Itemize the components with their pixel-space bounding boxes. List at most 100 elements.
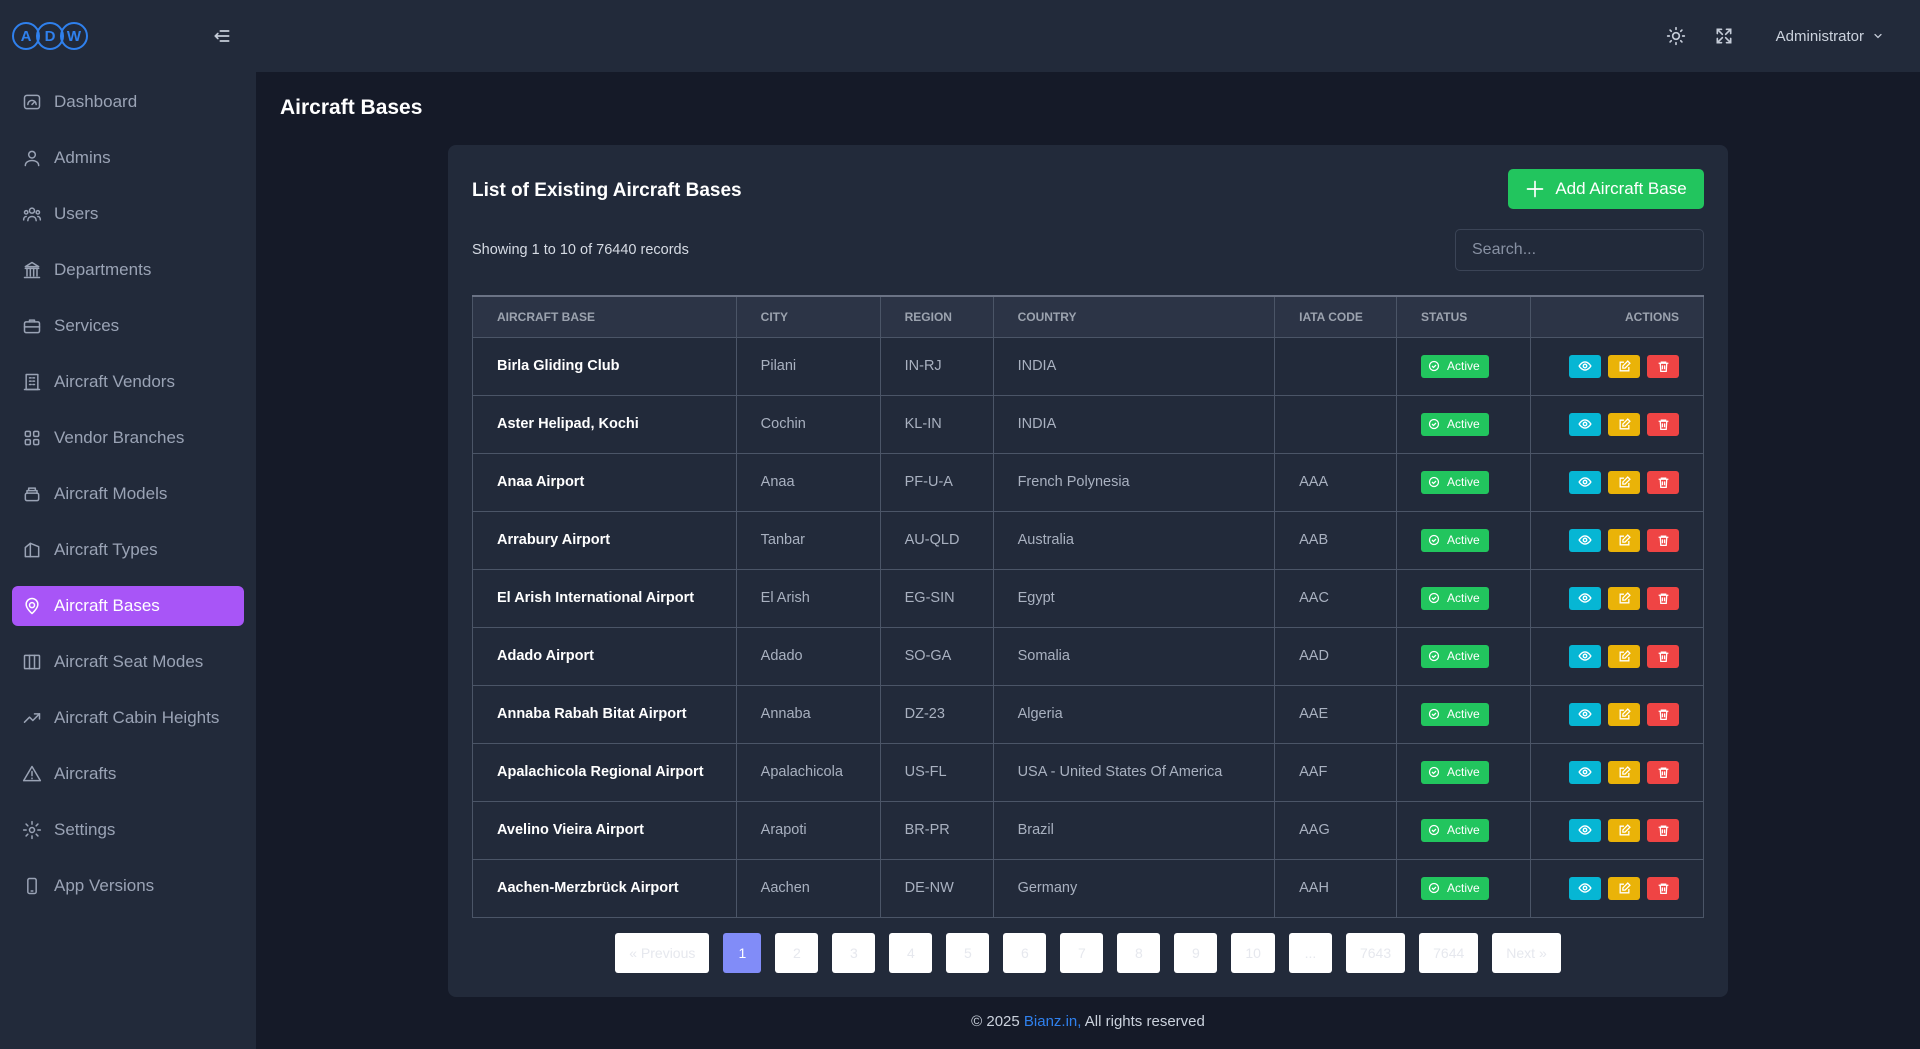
view-button[interactable] bbox=[1569, 818, 1601, 842]
edit-button[interactable] bbox=[1608, 644, 1640, 668]
cell-aircraft-base: Annaba Rabah Bitat Airport bbox=[472, 684, 737, 744]
column-header-country[interactable]: COUNTRY bbox=[992, 295, 1276, 338]
edit-icon bbox=[1618, 707, 1631, 721]
delete-button[interactable] bbox=[1647, 702, 1679, 726]
sidebar-item-dashboard[interactable]: Dashboard bbox=[12, 82, 244, 122]
sidebar-item-users[interactable]: Users bbox=[12, 194, 244, 234]
logo[interactable]: A D W bbox=[12, 22, 88, 50]
sidebar-item-label: App Versions bbox=[54, 876, 155, 895]
view-button[interactable] bbox=[1569, 354, 1601, 378]
sidebar-item-aircraft-vendors[interactable]: Aircraft Vendors bbox=[12, 362, 244, 402]
plus-icon bbox=[1526, 180, 1544, 198]
view-button[interactable] bbox=[1569, 644, 1601, 668]
status-label: Active bbox=[1447, 881, 1480, 895]
sidebar-item-label: Aircraft Cabin Heights bbox=[54, 708, 220, 727]
sidebar-item-aircraft-seat-modes[interactable]: Aircraft Seat Modes bbox=[12, 642, 244, 682]
sidebar-collapse-icon[interactable] bbox=[208, 22, 236, 50]
delete-button[interactable] bbox=[1647, 818, 1679, 842]
page-button[interactable]: 1 bbox=[723, 933, 762, 973]
delete-button[interactable] bbox=[1647, 470, 1679, 494]
sidebar-item-app-versions[interactable]: App Versions bbox=[12, 866, 244, 906]
add-aircraft-base-button[interactable]: Add Aircraft Base bbox=[1508, 169, 1704, 209]
edit-button[interactable] bbox=[1608, 876, 1640, 900]
page-button[interactable]: 4 bbox=[889, 933, 933, 973]
sidebar-item-aircrafts[interactable]: Aircrafts bbox=[12, 754, 244, 794]
footer-copyright: © 2025 bbox=[971, 1013, 1024, 1030]
delete-button[interactable] bbox=[1647, 528, 1679, 552]
column-header-iata-code[interactable]: IATA CODE bbox=[1274, 295, 1398, 338]
sidebar-item-vendor-branches[interactable]: Vendor Branches bbox=[12, 418, 244, 458]
view-button[interactable] bbox=[1569, 470, 1601, 494]
cell-status: Active bbox=[1396, 510, 1531, 570]
sidebar-item-aircraft-models[interactable]: Aircraft Models bbox=[12, 474, 244, 514]
sidebar-item-aircraft-types[interactable]: Aircraft Types bbox=[12, 530, 244, 570]
search-input[interactable] bbox=[1455, 229, 1704, 271]
page-button[interactable]: 6 bbox=[1003, 933, 1047, 973]
sidebar-item-departments[interactable]: Departments bbox=[12, 250, 244, 290]
cell-country: INDIA bbox=[992, 394, 1276, 454]
sidebar-item-services[interactable]: Services bbox=[12, 306, 244, 346]
page-button[interactable]: 7 bbox=[1060, 933, 1104, 973]
table-header-row: AIRCRAFT BASE CITY REGION COUNTRY IATA C… bbox=[472, 295, 1705, 338]
edit-button[interactable] bbox=[1608, 586, 1640, 610]
delete-button[interactable] bbox=[1647, 876, 1679, 900]
edit-button[interactable] bbox=[1608, 818, 1640, 842]
page-button[interactable]: 10 bbox=[1231, 933, 1275, 973]
delete-button[interactable] bbox=[1647, 586, 1679, 610]
page-button[interactable]: 2 bbox=[775, 933, 819, 973]
page-button[interactable]: 3 bbox=[832, 933, 876, 973]
trash-icon bbox=[1657, 824, 1670, 837]
sidebar-item-settings[interactable]: Settings bbox=[12, 810, 244, 850]
edit-button[interactable] bbox=[1608, 760, 1640, 784]
sidebar-nav: Dashboard Admins Users Departments Services A… bbox=[0, 72, 256, 906]
edit-button[interactable] bbox=[1608, 528, 1640, 552]
view-button[interactable] bbox=[1569, 412, 1601, 436]
table-row: Aachen-Merzbrück Airport Aachen DE-NW Germa… bbox=[472, 858, 1705, 918]
sidebar-item-admins[interactable]: Admins bbox=[12, 138, 244, 178]
cell-country: Australia bbox=[992, 510, 1276, 570]
edit-button[interactable] bbox=[1608, 702, 1640, 726]
user-menu[interactable]: Administrator bbox=[1776, 28, 1884, 45]
page-button[interactable]: 9 bbox=[1174, 933, 1218, 973]
sun-icon[interactable] bbox=[1664, 24, 1688, 48]
edit-button[interactable] bbox=[1608, 412, 1640, 436]
next-page-button[interactable]: Next » bbox=[1492, 933, 1561, 973]
status-badge: Active bbox=[1421, 702, 1489, 726]
view-button[interactable] bbox=[1569, 760, 1601, 784]
status-badge: Active bbox=[1421, 760, 1489, 784]
edit-button[interactable] bbox=[1608, 354, 1640, 378]
page-button[interactable]: 5 bbox=[946, 933, 990, 973]
page-ellipsis: ... bbox=[1288, 933, 1332, 973]
user-icon bbox=[24, 150, 40, 167]
page-button[interactable]: 7643 bbox=[1345, 933, 1406, 973]
page-button[interactable]: 7644 bbox=[1419, 933, 1479, 973]
view-button[interactable] bbox=[1569, 528, 1601, 552]
view-button[interactable] bbox=[1569, 702, 1601, 726]
eye-icon bbox=[1578, 765, 1592, 779]
eye-icon bbox=[1578, 591, 1592, 605]
eye-icon bbox=[1578, 417, 1592, 431]
edit-button[interactable] bbox=[1608, 470, 1640, 494]
sidebar-item-aircraft-bases[interactable]: Aircraft Bases bbox=[12, 586, 244, 626]
delete-button[interactable] bbox=[1647, 354, 1679, 378]
view-button[interactable] bbox=[1569, 586, 1601, 610]
column-header-city[interactable]: CITY bbox=[735, 295, 881, 338]
check-circle-icon bbox=[1428, 534, 1447, 546]
column-header-status[interactable]: STATUS bbox=[1396, 295, 1531, 338]
sidebar-item-aircraft-cabin-heights[interactable]: Aircraft Cabin Heights bbox=[12, 698, 244, 738]
aircraft-bases-card: List of Existing Aircraft Bases Add Airc… bbox=[448, 145, 1728, 997]
column-header-aircraft-base[interactable]: AIRCRAFT BASE bbox=[472, 295, 737, 338]
fullscreen-icon[interactable] bbox=[1712, 24, 1736, 48]
check-circle-icon bbox=[1428, 882, 1447, 894]
footer-link[interactable]: Bianz.in, bbox=[1024, 1013, 1082, 1030]
delete-button[interactable] bbox=[1647, 760, 1679, 784]
view-button[interactable] bbox=[1569, 876, 1601, 900]
cell-city: Apalachicola bbox=[735, 742, 881, 802]
cell-actions bbox=[1529, 452, 1705, 512]
column-header-region[interactable]: REGION bbox=[879, 295, 994, 338]
page-button[interactable]: 8 bbox=[1117, 933, 1161, 973]
delete-button[interactable] bbox=[1647, 644, 1679, 668]
delete-button[interactable] bbox=[1647, 412, 1679, 436]
sidebar-item-label: Aircraft Types bbox=[54, 540, 158, 559]
previous-page-button[interactable]: « Previous bbox=[615, 933, 710, 973]
